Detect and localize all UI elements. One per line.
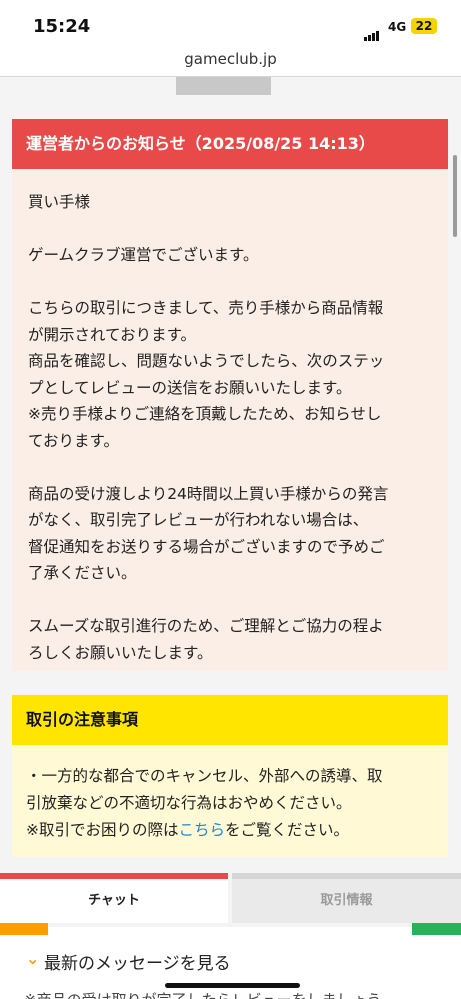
notice-paragraph: こちらの取引につきまして、売り手様から商品情報 が開示されております。 商品を確… — [28, 299, 385, 450]
address-bar[interactable]: gameclub.jp — [0, 44, 461, 74]
notice-paragraph: 商品の受け渡しより24時間以上買い手様からの発言 がなく、取引完了レビューが行わ… — [28, 484, 389, 583]
accent-strip-green — [412, 923, 461, 935]
cellular-signal-icon — [364, 22, 380, 41]
battery-icon: 22 — [411, 18, 437, 34]
tab-trade-info[interactable]: 取引情報 — [232, 873, 461, 923]
caution-help-prefix: ※取引でお困りの際は — [26, 821, 179, 839]
help-link[interactable]: こちら — [179, 821, 226, 839]
chevron-down-icon: ⌄ — [26, 949, 40, 968]
previous-section-edge — [176, 77, 271, 95]
notice-body: 買い手様 ゲームクラブ運営でございます。 こちらの取引につきまして、売り手様から… — [12, 169, 448, 671]
caution-help-suffix: をご覧ください。 — [225, 821, 350, 839]
network-type: 4G — [388, 20, 407, 34]
caution-help-line: ※取引でお困りの際はこちらをご覧ください。 — [26, 817, 434, 844]
latest-messages-button[interactable]: ⌄ 最新のメッセージを見る — [0, 935, 461, 985]
tab-bar: チャット 取引情報 — [0, 873, 461, 923]
caution-body: ・一方的な都合でのキャンセル、外部への誘導、取 引放棄などの不適切な行為はおやめ… — [12, 745, 448, 857]
latest-messages-label: 最新のメッセージを見る — [44, 954, 231, 974]
notice-paragraph: 買い手様 — [28, 193, 91, 211]
scrollbar[interactable] — [453, 155, 457, 237]
tab-chat[interactable]: チャット — [0, 873, 228, 923]
home-indicator[interactable] — [165, 983, 300, 988]
accent-strip-orange — [0, 923, 48, 935]
status-bar: 15:24 4G 22 — [0, 0, 461, 44]
caution-text: ・一方的な都合でのキャンセル、外部への誘導、取 引放棄などの不適切な行為はおやめ… — [26, 767, 383, 812]
chat-message-peek: ※商品の受け取りが完了したらレビューをしましょう。 — [24, 987, 444, 999]
status-time: 15:24 — [33, 16, 91, 37]
notice-paragraph: ゲームクラブ運営でございます。 — [28, 246, 259, 264]
notice-title: 運営者からのお知らせ（2025/08/25 14:13） — [12, 119, 448, 169]
caution-title: 取引の注意事項 — [12, 695, 448, 745]
notice-paragraph: スムーズな取引進行のため、ご理解とご協力の程よ ろしくお願いいたします。 — [28, 617, 384, 662]
